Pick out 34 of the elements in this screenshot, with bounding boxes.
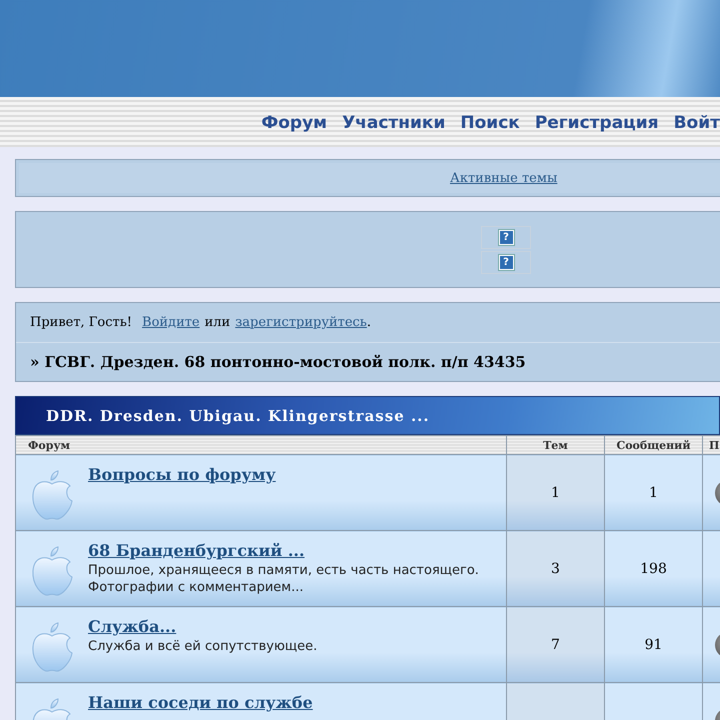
forum-title-link[interactable]: Вопросы по форуму (88, 465, 276, 484)
apple-icon (30, 621, 74, 673)
topics-cell: 7 (506, 606, 604, 682)
active-topics-link[interactable]: Активные темы (450, 170, 558, 186)
forum-description: Служба и всё ей сопутствующее. (88, 638, 318, 655)
posts-cell: 198 (604, 530, 702, 606)
nav-link[interactable]: Поиск (460, 113, 520, 133)
column-header: П (702, 436, 720, 454)
category-header: DDR. Dresden. Ubigau. Klingerstrasse ... (15, 396, 720, 435)
or-text: или (204, 315, 230, 330)
topics-cell: 3 (506, 530, 604, 606)
posts-cell: 1 (604, 454, 702, 530)
period-text: . (366, 315, 372, 330)
column-header: Форум (16, 436, 506, 454)
column-header: Тем (506, 436, 604, 454)
apple-icon (30, 545, 74, 597)
forum-title-link[interactable]: 68 Бранденбургский ... (88, 541, 305, 560)
greeting-text: Привет, Гость! (30, 315, 132, 330)
help-icon[interactable]: ? (498, 230, 514, 244)
forum-description: Прошлое, хранящееся в памяти, есть часть настоящего. Фотографии с комментарием... (88, 562, 480, 596)
apple-icon (30, 469, 74, 521)
forum-title-link[interactable]: Служба... (88, 617, 176, 636)
nav-link[interactable]: Регистрация (534, 113, 659, 133)
forum-title-link[interactable]: Наши соседи по службе (88, 693, 313, 712)
topics-cell: 1 (506, 454, 604, 530)
login-link[interactable]: Войдите (142, 315, 200, 330)
posts-cell: 91 (604, 606, 702, 682)
help-icon[interactable]: ? (498, 254, 514, 270)
nav-link[interactable]: Войт (674, 113, 720, 133)
nav-link[interactable]: Участники (342, 113, 446, 133)
nav-link[interactable]: Форум (261, 113, 328, 133)
breadcrumb: » ГСВГ. Дрезден. 68 понтонно-мостовой полк. п/п 43435 (29, 352, 527, 373)
column-header: Сообщений (604, 436, 702, 454)
register-link[interactable]: зарегистрируйтесь (235, 315, 367, 330)
